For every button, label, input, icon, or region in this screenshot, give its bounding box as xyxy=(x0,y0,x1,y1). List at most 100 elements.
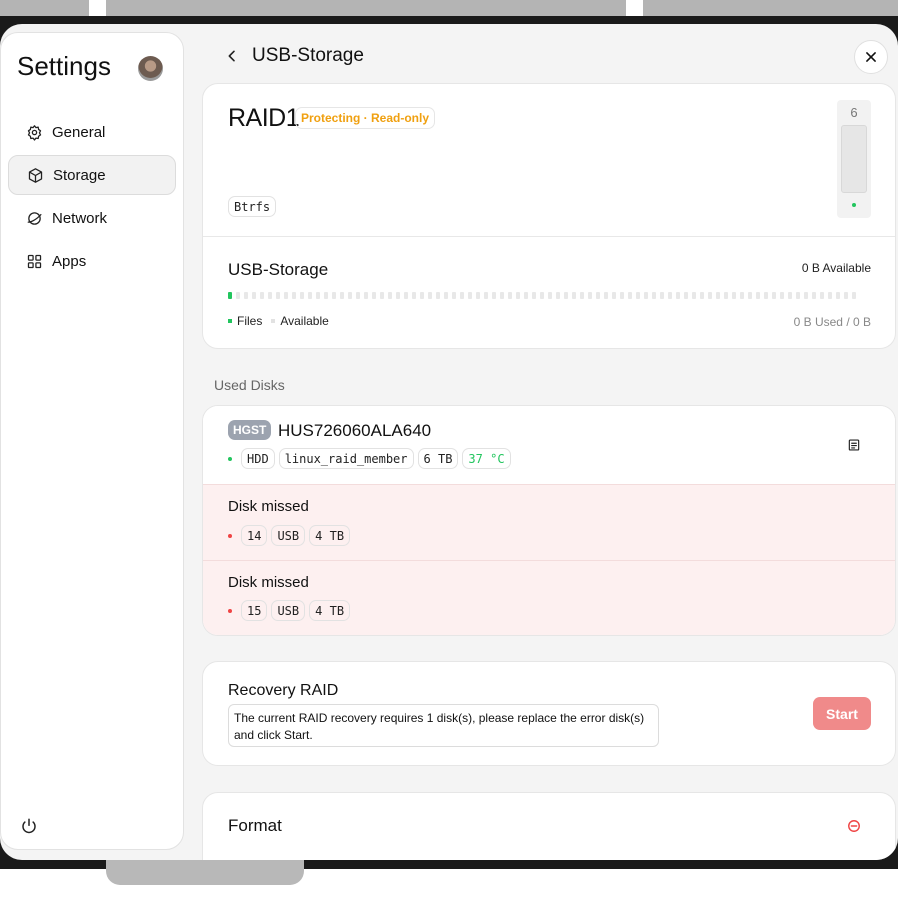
error-dot xyxy=(228,608,232,613)
usage-segment xyxy=(740,292,744,299)
usage-segment xyxy=(820,292,824,299)
missed-tag: 4 TB xyxy=(309,525,351,546)
cube-icon xyxy=(28,167,43,183)
usage-segment xyxy=(852,292,856,299)
usage-segment xyxy=(228,292,232,299)
recovery-title: Recovery RAID xyxy=(228,682,339,699)
usage-segment xyxy=(420,292,424,299)
remove-circle-icon[interactable] xyxy=(847,819,861,833)
usage-segment xyxy=(236,292,240,299)
usage-segment xyxy=(684,292,688,299)
details-icon[interactable] xyxy=(847,438,861,452)
usage-segment xyxy=(428,292,432,299)
backdrop-block xyxy=(643,0,898,16)
usage-bar xyxy=(228,292,856,299)
usage-segment xyxy=(484,292,488,299)
usage-segment xyxy=(252,292,256,299)
power-icon[interactable] xyxy=(20,817,38,835)
used-disks-card: HGST HUS726060ALA640 HDD linux_raid_memb… xyxy=(202,405,896,636)
filesystem-tag-wrap: Btrfs xyxy=(228,196,280,217)
usage-segment xyxy=(540,292,544,299)
usage-available: 0 B Available xyxy=(801,261,871,275)
disk-model: HUS726060ALA640 xyxy=(278,421,432,440)
usage-segment xyxy=(748,292,752,299)
format-card[interactable]: Format xyxy=(202,792,896,860)
usage-segment xyxy=(652,292,656,299)
usage-segment xyxy=(660,292,664,299)
slot-status-dot xyxy=(852,203,856,207)
section-label: Used Disks xyxy=(214,377,285,393)
sidebar-item-label: Apps xyxy=(52,252,87,270)
usage-segment xyxy=(444,292,448,299)
disk-row[interactable]: HGST HUS726060ALA640 HDD linux_raid_memb… xyxy=(203,406,895,484)
start-button[interactable]: Start xyxy=(813,697,871,730)
usage-segment xyxy=(628,292,632,299)
usage-segment xyxy=(300,292,304,299)
usage-segment xyxy=(772,292,776,299)
sidebar-item-apps[interactable]: Apps xyxy=(8,241,176,281)
missed-tags: 15 USB 4 TB xyxy=(228,600,354,621)
usage-segment xyxy=(468,292,472,299)
usage-segment xyxy=(676,292,680,299)
avatar[interactable] xyxy=(138,56,163,81)
usage-segment xyxy=(396,292,400,299)
error-dot xyxy=(228,533,232,538)
legend-available: Available xyxy=(280,314,329,328)
raid-name: RAID1 xyxy=(228,104,300,132)
raid-card: RAID1 Protecting · Read-only Btrfs 6 USB… xyxy=(202,83,896,349)
missed-tags: 14 USB 4 TB xyxy=(228,525,354,546)
brand-badge: HGST xyxy=(228,420,272,440)
close-button[interactable] xyxy=(854,40,888,74)
usage-segment xyxy=(620,292,624,299)
usage-segment xyxy=(316,292,320,299)
usage-segment xyxy=(844,292,848,299)
back-chevron-icon[interactable] xyxy=(224,48,240,64)
sidebar-item-storage[interactable]: Storage xyxy=(8,155,176,195)
usage-segment xyxy=(668,292,672,299)
usage-segment xyxy=(260,292,264,299)
usage-segment xyxy=(828,292,832,299)
usage-segment xyxy=(764,292,768,299)
usage-segment xyxy=(836,292,840,299)
missed-disk-row: Disk missed 15 USB 4 TB xyxy=(203,561,895,635)
usage-segment xyxy=(380,292,384,299)
missed-tag: 14 xyxy=(241,525,268,546)
status-badge: Protecting · Read-only xyxy=(295,107,436,129)
usage-segment xyxy=(572,292,576,299)
missed-title: Disk missed xyxy=(228,574,309,591)
usage-segment xyxy=(612,292,616,299)
status-dot xyxy=(228,456,232,461)
disk-tags: HDD linux_raid_member 6 TB 37 °C xyxy=(228,448,515,469)
available-legend-swatch xyxy=(271,319,276,323)
backdrop-pill xyxy=(106,858,304,885)
usage-segment xyxy=(796,292,800,299)
usage-segment xyxy=(564,292,568,299)
usage-segment xyxy=(580,292,584,299)
usage-segment xyxy=(780,292,784,299)
format-title: Format xyxy=(228,816,282,835)
backdrop-block xyxy=(0,0,89,16)
usage-title: USB-Storage xyxy=(228,260,329,279)
usage-segment xyxy=(500,292,504,299)
recovery-card: Recovery RAID The current RAID recovery … xyxy=(202,661,896,766)
usage-segment xyxy=(788,292,792,299)
sidebar-item-network[interactable]: Network xyxy=(8,198,176,238)
close-icon xyxy=(866,52,876,62)
missed-tag: USB xyxy=(271,600,306,621)
usage-segment xyxy=(716,292,720,299)
sidebar-item-label: Network xyxy=(52,209,108,227)
usage-segment xyxy=(356,292,360,299)
usage-segment xyxy=(700,292,704,299)
recovery-message: The current RAID recovery requires 1 dis… xyxy=(228,704,659,747)
gear-icon xyxy=(27,124,42,141)
disk-slot[interactable]: 6 xyxy=(837,100,871,218)
backdrop-block xyxy=(106,0,626,16)
usage-segment xyxy=(364,292,368,299)
sidebar-title: Settings xyxy=(17,51,111,81)
sidebar-item-general[interactable]: General xyxy=(8,112,176,152)
settings-window: Settings General Storage Network Apps US… xyxy=(0,24,898,860)
page-title: USB-Storage xyxy=(252,45,364,66)
usage-segment xyxy=(268,292,272,299)
usage-segment xyxy=(604,292,608,299)
usage-segment xyxy=(548,292,552,299)
